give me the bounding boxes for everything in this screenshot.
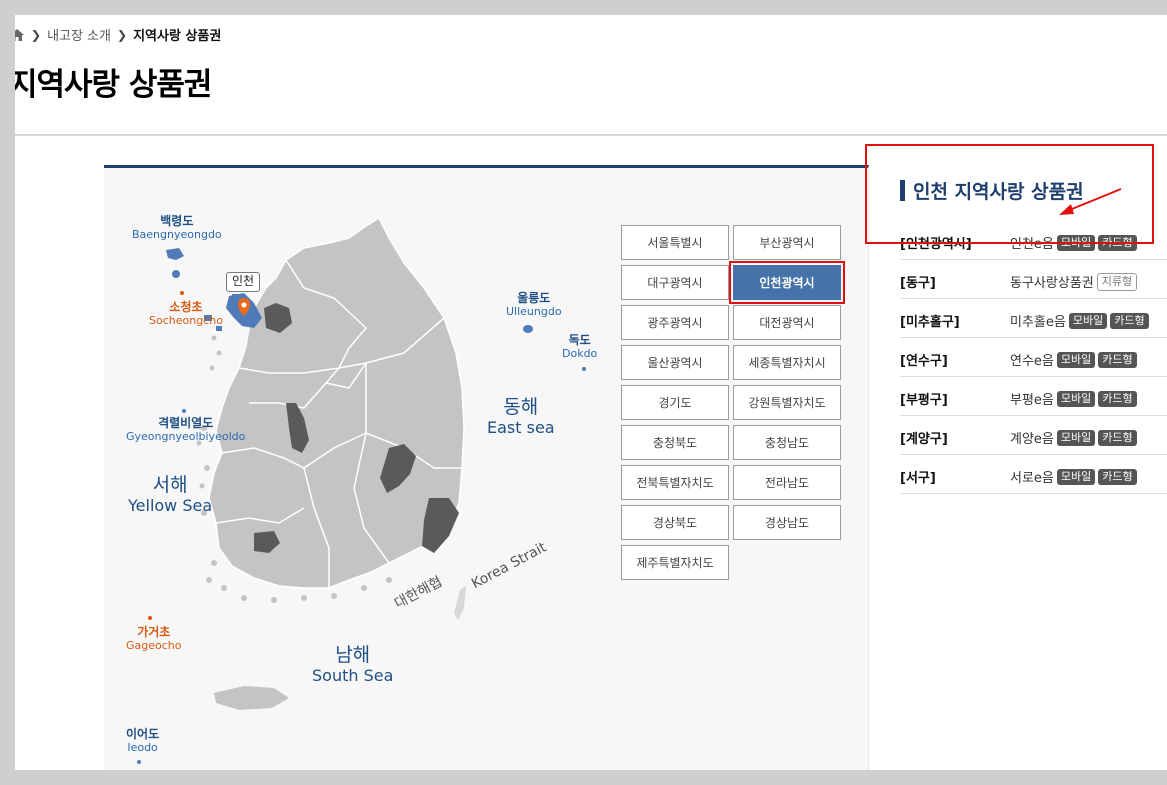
tag-mobile: 모바일 <box>1068 312 1108 329</box>
region-button-daejeon[interactable]: 대전광역시 <box>733 305 841 340</box>
tag-mobile: 모바일 <box>1056 429 1096 446</box>
voucher-row-michuhol: [미추홀구] 미추홀e음 모바일 카드형 <box>900 299 1167 338</box>
island-label-gyeongnyeolbiyeoldo: 격렬비열도 Gyeongnyeolbiyeoldo <box>126 416 246 443</box>
breadcrumb-item-intro[interactable]: 내고장 소개 <box>47 25 111 44</box>
sea-label-south: 남해 South Sea <box>312 644 394 685</box>
tag-mobile: 모바일 <box>1056 468 1096 485</box>
region-button-daegu[interactable]: 대구광역시 <box>621 265 729 300</box>
region-button-gyeongbuk[interactable]: 경상북도 <box>621 505 729 540</box>
region-button-gyeongnam[interactable]: 경상남도 <box>733 505 841 540</box>
sea-label-east: 동해 East sea <box>487 396 555 437</box>
jeju-island[interactable] <box>214 686 289 710</box>
title-divider <box>15 134 1167 136</box>
region-button-busan[interactable]: 부산광역시 <box>733 225 841 260</box>
region-button-gyeonggi[interactable]: 경기도 <box>621 385 729 420</box>
annotation-arrow-icon <box>1059 188 1122 215</box>
island-label-gageocho: 가거초 Gageocho <box>126 625 182 652</box>
voucher-row-bupyeong: [부평구] 부평e음 모바일 카드형 <box>900 377 1167 416</box>
highlight-area-gyeongnam <box>422 498 459 553</box>
tag-card: 카드형 <box>1098 351 1137 368</box>
voucher-row-donggu: [동구] 동구사랑상품권 지류형 <box>900 260 1167 299</box>
tag-card: 카드형 <box>1098 468 1137 485</box>
voucher-row-yeonsu: [연수구] 연수e음 모바일 카드형 <box>900 338 1167 377</box>
region-button-chungnam[interactable]: 충청남도 <box>733 425 841 460</box>
sea-label-west: 서해 Yellow Sea <box>128 474 213 515</box>
page: ❯ 내고장 소개 ❯ 지역사랑 상품권 지역사랑 상품권 인천 백령도 Baen… <box>15 15 1167 770</box>
home-icon[interactable] <box>15 28 25 42</box>
region-button-sejong[interactable]: 세종특별자치시 <box>733 345 841 380</box>
island-label-ulleungdo: 울릉도 Ulleungdo <box>506 291 562 318</box>
breadcrumb: ❯ 내고장 소개 ❯ 지역사랑 상품권 <box>15 25 221 44</box>
map-panel: 인천 백령도 Baengnyeongdo 소청초 Socheongcho 울릉도… <box>104 165 869 770</box>
page-title: 지역사랑 상품권 <box>15 67 212 103</box>
voucher-row-seogu: [서구] 서로e음 모바일 카드형 <box>900 455 1167 494</box>
breadcrumb-item-current: 지역사랑 상품권 <box>133 29 222 44</box>
island-label-ieodo: 이어도 Ieodo <box>126 727 160 754</box>
region-button-ulsan[interactable]: 울산광역시 <box>621 345 729 380</box>
tag-card: 카드형 <box>1098 429 1137 446</box>
region-button-chungbuk[interactable]: 충청북도 <box>621 425 729 460</box>
island-label-socheongcho: 소청초 Socheongcho <box>149 300 223 327</box>
region-button-gangwon[interactable]: 강원특별자치도 <box>733 385 841 420</box>
tag-mobile: 모바일 <box>1056 390 1096 407</box>
voucher-row-gyeyang: [계양구] 계양e음 모바일 카드형 <box>900 416 1167 455</box>
chevron-right-icon: ❯ <box>117 27 128 42</box>
island-label-baengnyeongdo: 백령도 Baengnyeongdo <box>132 214 222 241</box>
annotation-highlight-incheon-button <box>729 261 845 304</box>
island-label-dokdo: 독도 Dokdo <box>562 333 598 360</box>
region-button-jeju[interactable]: 제주특별자치도 <box>621 545 729 580</box>
region-button-jeonbuk[interactable]: 전북특별자치도 <box>621 465 729 500</box>
tag-paper: 지류형 <box>1096 272 1138 291</box>
tag-card: 카드형 <box>1098 390 1137 407</box>
tag-card: 카드형 <box>1110 312 1149 329</box>
region-button-gwangju[interactable]: 광주광역시 <box>621 305 729 340</box>
incheon-marker-label: 인천 <box>226 272 261 292</box>
tag-mobile: 모바일 <box>1056 351 1096 368</box>
region-button-seoul[interactable]: 서울특별시 <box>621 225 729 260</box>
region-button-jeonnam[interactable]: 전라남도 <box>733 465 841 500</box>
chevron-right-icon: ❯ <box>31 27 42 42</box>
